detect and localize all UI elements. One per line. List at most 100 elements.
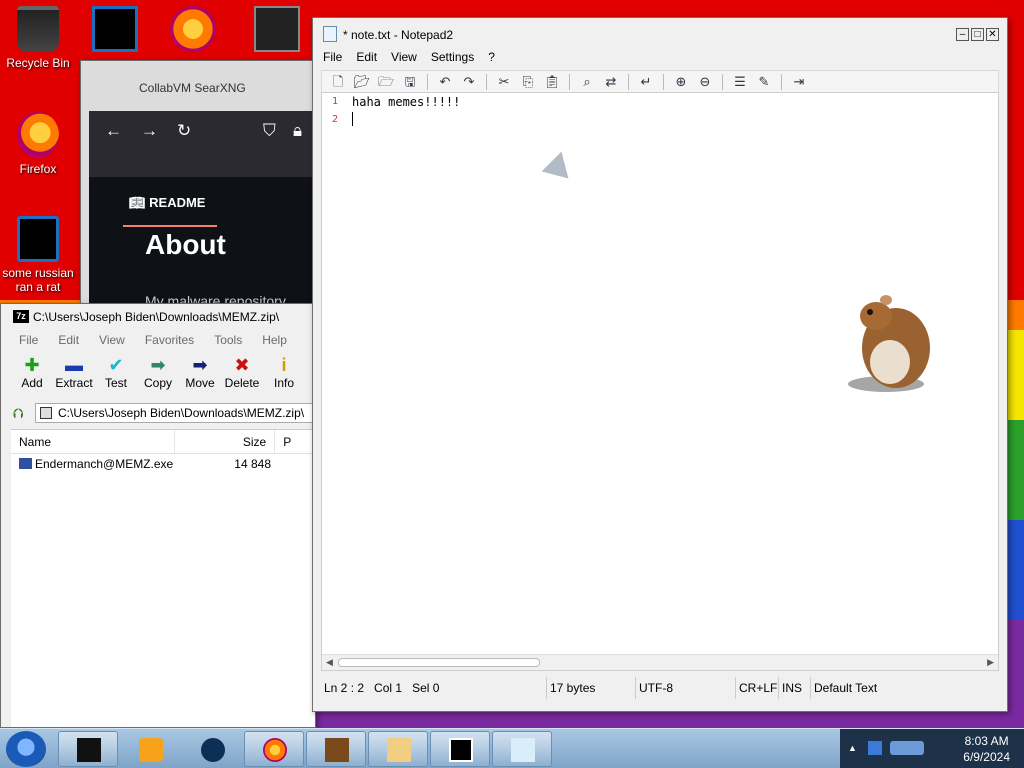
status-mode[interactable]: INS [779,677,811,699]
desktop-icon-app-1[interactable] [92,6,138,52]
add-button[interactable]: ✚ Add [11,350,53,400]
status-encoding[interactable]: UTF-8 [636,677,736,699]
forward-icon[interactable]: → [141,121,158,141]
file-size: 14 848 [234,457,271,471]
column-name[interactable]: Name [11,430,175,453]
display-icon[interactable] [890,741,924,755]
clock-date: 6/9/2024 [963,750,1010,764]
undo-icon[interactable]: ↶ [435,73,455,91]
new-file-icon[interactable]: 🗋 [328,73,348,91]
file-name: Endermanch@MEMZ.exe [35,457,174,471]
tray-arrow-icon[interactable]: ▲ [848,743,857,753]
desktop-icon-label: some russian ran a rat [2,266,74,294]
toolbar-separator [781,74,782,90]
close-button[interactable]: ✕ [986,28,999,41]
move-button[interactable]: ➡ Move [179,350,221,400]
menu-view[interactable]: View [391,50,417,64]
scheme-icon[interactable]: ☰ [730,73,750,91]
paste-icon[interactable]: 📋︎ [542,73,562,91]
info-button[interactable]: i Info [263,350,305,400]
menu-edit[interactable]: Edit [356,50,377,64]
browser-window[interactable]: CollabVM SearXNG ← → ↻ ⛉ 🔒︎ 📖︎ README Ab… [80,60,320,310]
taskbar-media-player[interactable] [120,731,180,767]
7zip-icon [449,738,473,762]
extract-button[interactable]: ▬ Extract [53,350,95,400]
clock[interactable]: 8:03 AM 6/9/2024 [963,733,1010,765]
back-icon[interactable]: ← [105,121,122,141]
notepad2-titlebar[interactable]: * note.txt - Notepad2 – □ ✕ [313,18,1007,50]
replace-icon[interactable]: ⇄ [601,73,621,91]
table-row[interactable]: Endermanch@MEMZ.exe 14 848 [11,454,315,474]
file-list-header: Name Size P [11,430,315,454]
taskbar-explorer[interactable] [368,731,428,767]
readme-tab[interactable]: 📖︎ README [129,195,205,211]
customize-icon[interactable]: ✎ [754,73,774,91]
minimize-button[interactable]: – [956,28,969,41]
copy-icon[interactable]: ⎘ [518,73,538,91]
status-eol[interactable]: CR+LF [736,677,779,699]
address-input[interactable]: C:\Users\Joseph Biden\Downloads\MEMZ.zip… [35,403,315,423]
menu-help[interactable]: Help [262,333,287,347]
test-button[interactable]: ✔ Test [95,350,137,400]
7zip-titlebar[interactable]: 7z C:\Users\Joseph Biden\Downloads\MEMZ.… [1,304,315,330]
desktop-icon-firefox[interactable]: Firefox [0,112,76,176]
menu-tools[interactable]: Tools [214,333,242,347]
taskbar-7zip[interactable] [430,731,490,767]
7zip-address-bar: ⮉ C:\Users\Joseph Biden\Downloads\MEMZ.z… [13,402,315,424]
menu-edit[interactable]: Edit [58,333,79,347]
reload-icon[interactable]: ↻ [177,121,191,141]
notepad-icon [323,26,337,42]
exit-icon[interactable]: ⇥ [789,73,809,91]
horizontal-scrollbar[interactable]: ◀ ▶ [322,654,998,670]
menu-file[interactable]: File [323,50,342,64]
taskbar-app-1[interactable] [58,731,118,767]
cut-icon[interactable]: ✂ [494,73,514,91]
desktop-icon-recycle-bin[interactable]: Recycle Bin [0,6,76,70]
folder-icon [387,738,411,762]
maximize-button[interactable]: □ [971,28,984,41]
zoom-in-icon[interactable]: ⊕ [671,73,691,91]
desktop-icon-app-3[interactable] [254,6,300,52]
menu-settings[interactable]: Settings [431,50,474,64]
word-wrap-icon[interactable]: ↵ [636,73,656,91]
scrollbar-thumb[interactable] [338,658,540,667]
shield-icon[interactable]: ⛉ [263,121,276,141]
readme-underline [123,225,217,227]
desktop-icon-app-2[interactable] [170,6,216,52]
7zip-window[interactable]: 7z C:\Users\Joseph Biden\Downloads\MEMZ.… [0,303,316,728]
taskbar-notepad2[interactable] [492,731,552,767]
text-caret [352,112,353,126]
redo-icon[interactable]: ↷ [459,73,479,91]
recycle-bin-icon [17,6,59,52]
browse-icon[interactable]: 🗁 [376,73,396,91]
open-folder-icon[interactable]: 📂︎ [352,73,372,91]
save-icon[interactable]: 🖫 [400,73,420,91]
toolbar-separator [722,74,723,90]
menu-help[interactable]: ? [488,50,495,64]
column-size[interactable]: Size [175,430,276,453]
taskbar-firefox[interactable] [244,731,304,767]
desktop-icon-russian-rat[interactable]: some russian ran a rat [0,216,76,294]
taskbar-app-3[interactable] [182,731,242,767]
taskbar-bonzi[interactable] [306,731,366,767]
status-scheme[interactable]: Default Text [811,677,877,699]
firefox-icon [263,738,287,762]
scroll-left-icon[interactable]: ◀ [326,657,333,668]
copy-button[interactable]: ➡ Copy [137,350,179,400]
test-icon: ✔ [108,355,124,375]
start-button[interactable] [6,731,46,767]
7zip-file-list[interactable]: Name Size P Endermanch@MEMZ.exe 14 848 [11,429,315,727]
find-icon[interactable]: ⌕ [577,73,597,91]
menu-favorites[interactable]: Favorites [145,333,194,347]
menu-file[interactable]: File [19,333,38,347]
delete-button[interactable]: ✖ Delete [221,350,263,400]
folder-up-icon[interactable]: ⮉ [13,405,35,422]
notepad2-toolbar: 🗋 📂︎ 🗁 🖫 ↶ ↷ ✂ ⎘ 📋︎ ⌕ ⇄ ↵ ⊕ ⊖ ☰ ✎ ⇥ [321,70,999,94]
menu-view[interactable]: View [99,333,125,347]
column-packed[interactable]: P [275,430,315,453]
scroll-right-icon[interactable]: ▶ [987,657,994,668]
network-icon[interactable] [868,741,882,755]
lock-icon[interactable]: 🔒︎ [293,121,302,141]
zoom-out-icon[interactable]: ⊖ [695,73,715,91]
code-area[interactable]: haha memes!!!!! [352,93,998,129]
